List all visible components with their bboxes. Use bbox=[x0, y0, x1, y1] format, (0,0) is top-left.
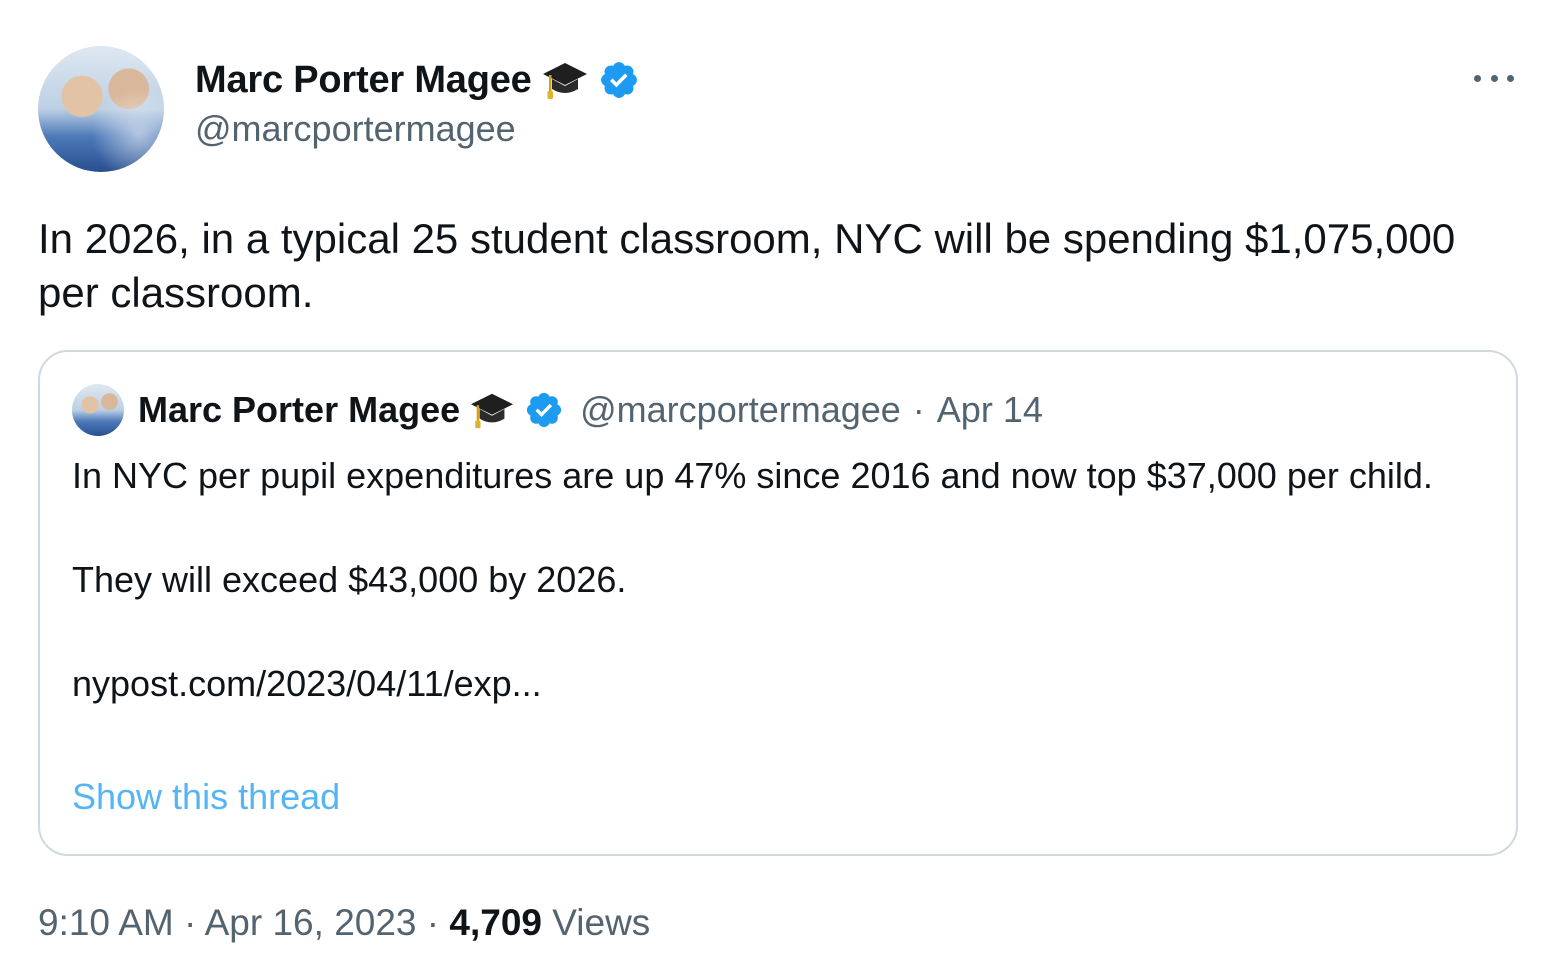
tweet-time[interactable]: 9:10 AM bbox=[38, 902, 174, 943]
quoted-handle: @marcportermagee bbox=[580, 389, 901, 430]
tweet-card: Marc Porter Magee @marcportermagee In 20… bbox=[0, 0, 1554, 972]
more-dot bbox=[1507, 74, 1514, 82]
more-dot bbox=[1474, 74, 1481, 82]
quoted-date: Apr 14 bbox=[936, 389, 1043, 430]
author-name[interactable]: Marc Porter Magee bbox=[195, 59, 532, 102]
author-handle[interactable]: @marcportermagee bbox=[195, 108, 640, 150]
more-options-icon[interactable] bbox=[1474, 66, 1514, 90]
graduation-cap-icon bbox=[542, 57, 588, 103]
tweet-date[interactable]: Apr 16, 2023 bbox=[205, 902, 417, 943]
views-label: Views bbox=[552, 902, 651, 943]
views-count: 4,709 bbox=[449, 902, 542, 943]
author-avatar[interactable] bbox=[38, 46, 164, 172]
show-thread-link[interactable]: Show this thread bbox=[72, 776, 340, 818]
quoted-header: Marc Porter Magee @marcportermagee · Apr… bbox=[72, 384, 1043, 436]
quoted-avatar[interactable] bbox=[72, 384, 124, 436]
meta-separator: · bbox=[184, 902, 197, 943]
quoted-body: In NYC per pupil expenditures are up 47%… bbox=[72, 450, 1492, 762]
more-dot bbox=[1490, 74, 1498, 82]
quoted-separator: · bbox=[912, 389, 925, 430]
tweet-header: Marc Porter Magee @marcportermagee bbox=[195, 54, 640, 150]
verified-badge-icon bbox=[524, 390, 564, 430]
meta-separator: · bbox=[426, 902, 440, 943]
quoted-author-name: Marc Porter Magee bbox=[138, 389, 461, 430]
graduation-cap-icon bbox=[470, 388, 514, 432]
author-name-row: Marc Porter Magee bbox=[195, 54, 640, 106]
verified-badge-icon[interactable] bbox=[598, 59, 640, 101]
quoted-paragraph: They will exceed $43,000 by 2026. bbox=[72, 559, 627, 600]
quoted-paragraph: In NYC per pupil expenditures are up 47%… bbox=[72, 455, 1433, 496]
tweet-meta: 9:10 AM · Apr 16, 2023 · 4,709 Views bbox=[38, 902, 650, 944]
quoted-link[interactable]: nypost.com/2023/04/11/exp... bbox=[72, 658, 1492, 710]
quoted-tweet[interactable]: Marc Porter Magee @marcportermagee · Apr… bbox=[38, 350, 1518, 856]
tweet-text: In 2026, in a typical 25 student classro… bbox=[38, 215, 1456, 316]
